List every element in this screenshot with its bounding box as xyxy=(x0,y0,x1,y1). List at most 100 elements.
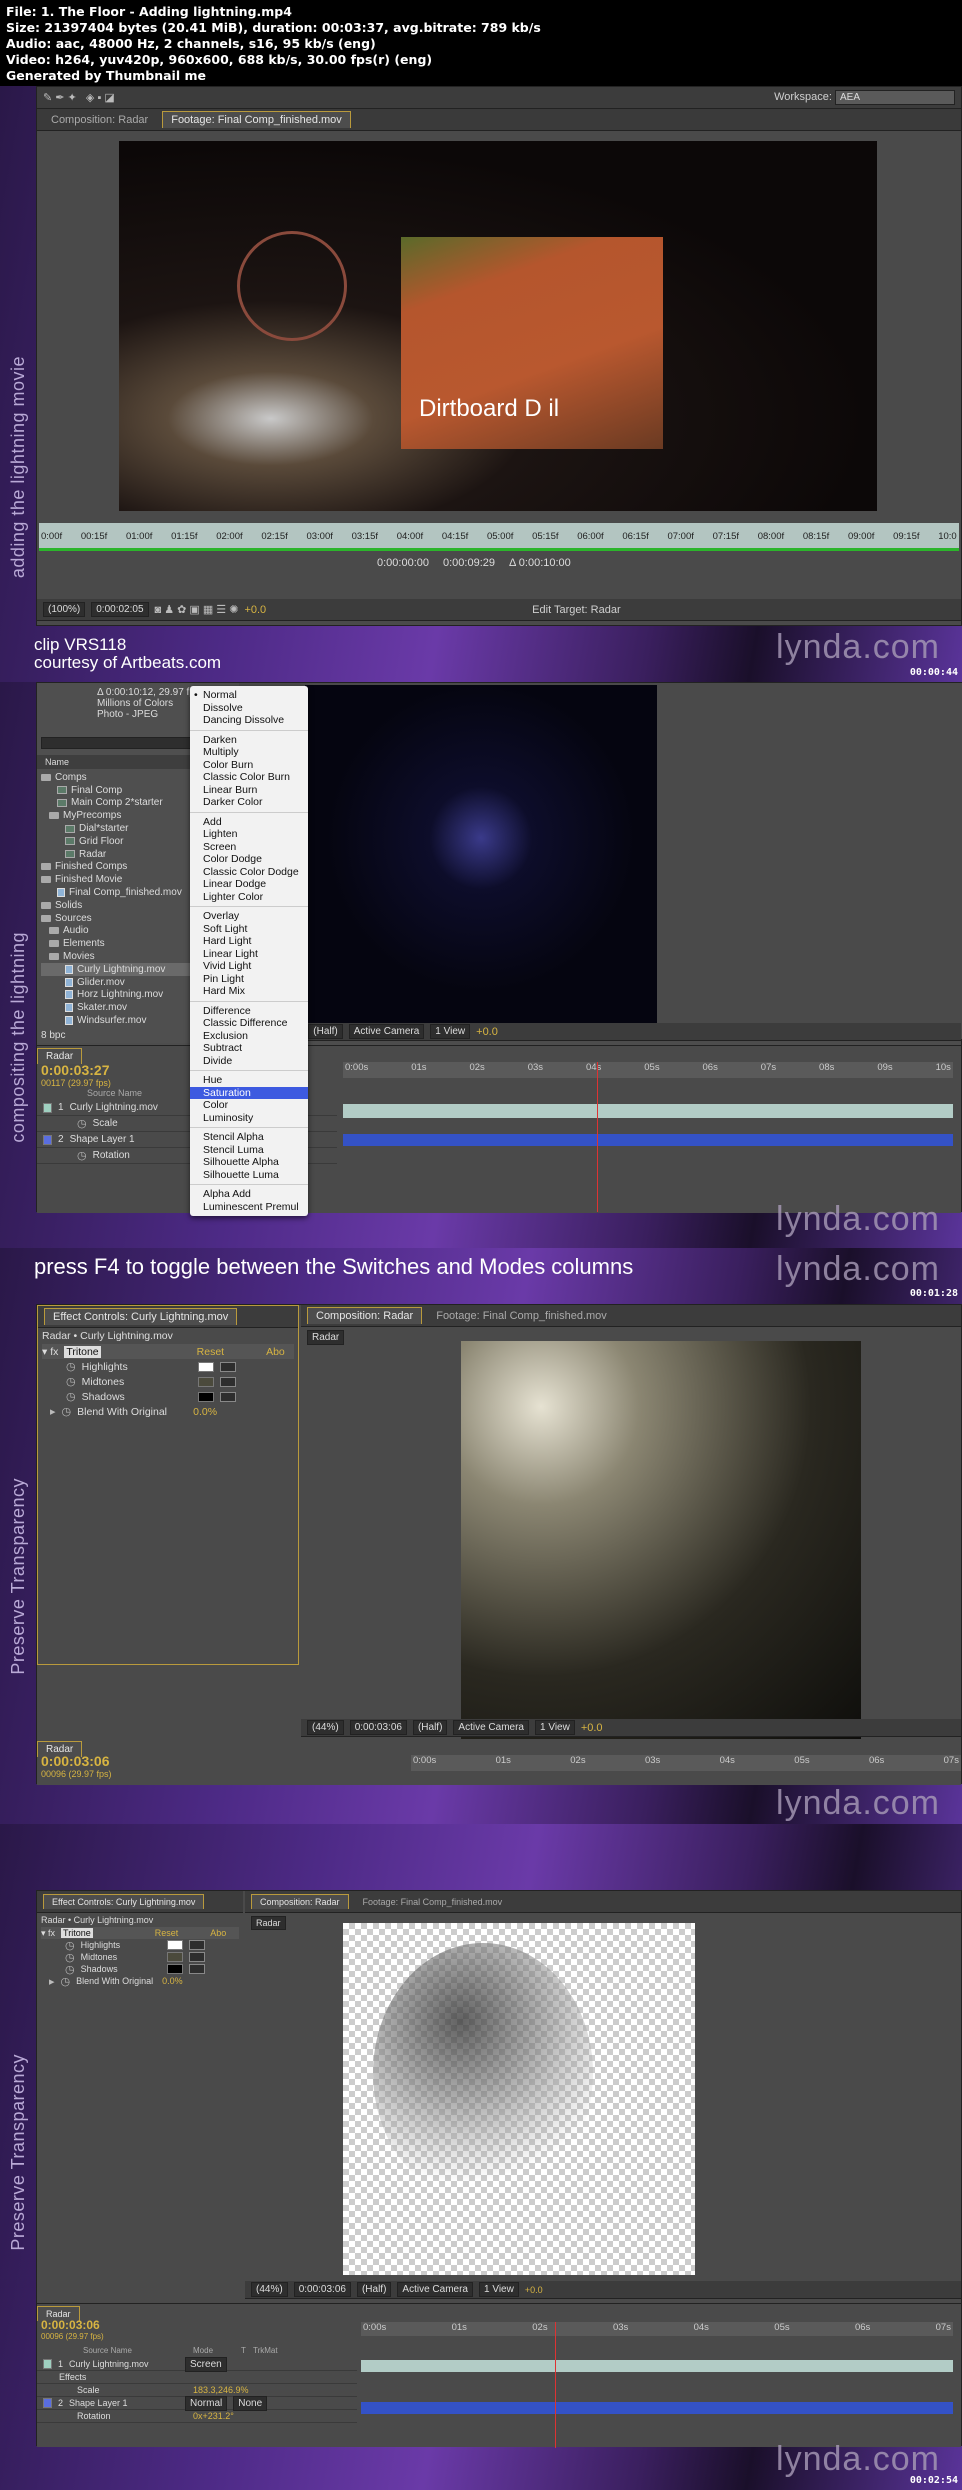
comp-nav-radar[interactable]: Radar xyxy=(251,1916,286,1930)
color-swatch[interactable] xyxy=(197,1361,214,1372)
blend-mode-option[interactable]: Stencil Alpha xyxy=(190,1131,308,1144)
blend-mode-option[interactable]: Add xyxy=(190,816,308,829)
fx-name[interactable]: Tritone xyxy=(64,1345,101,1358)
col-source-name[interactable]: Source Name xyxy=(83,2346,193,2355)
tab-footage[interactable]: Footage: Final Comp_finished.mov xyxy=(428,1308,615,1324)
views-select[interactable]: 1 View xyxy=(534,1720,575,1735)
tab-footage[interactable]: Footage: Final Comp_finished.mov xyxy=(355,1895,511,1909)
views-select[interactable]: 1 View xyxy=(430,1024,471,1039)
blend-mode-option[interactable]: Dissolve xyxy=(190,702,308,715)
blend-mode-option[interactable]: Luminescent Premul xyxy=(190,1201,308,1214)
blend-mode-option[interactable]: Color xyxy=(190,1099,308,1112)
fx-property-value[interactable]: 0.0% xyxy=(162,1976,183,1986)
blend-mode-option[interactable]: Lighten xyxy=(190,828,308,841)
current-time-field[interactable]: 0:00:03:06 xyxy=(293,2282,351,2297)
resolution-select[interactable]: (Half) xyxy=(412,1720,448,1735)
blend-mode-option[interactable]: Overlay xyxy=(190,910,308,923)
blend-mode-option[interactable]: Luminosity xyxy=(190,1112,308,1125)
blend-mode-option[interactable]: • Normal xyxy=(190,689,308,702)
zoom-select[interactable]: (44%) xyxy=(251,2282,288,2297)
fx-about[interactable]: Abo xyxy=(210,1928,226,1938)
blend-mode-option[interactable]: Classic Color Dodge xyxy=(190,866,308,879)
stopwatch-icon[interactable]: ◷ xyxy=(66,1375,76,1388)
effect-controls-tab[interactable]: Effect Controls: Curly Lightning.mov xyxy=(43,1894,205,1909)
col-source-name[interactable]: Source Name xyxy=(87,1088,142,1098)
camera-select[interactable]: Active Camera xyxy=(397,2282,473,2297)
blend-mode-option[interactable]: Hard Light xyxy=(190,935,308,948)
blend-mode-option[interactable]: Color Burn xyxy=(190,759,308,772)
stopwatch-icon[interactable]: ◷ xyxy=(77,1117,87,1130)
timeline-layer[interactable]: Effects xyxy=(37,2371,357,2384)
color-swatch[interactable] xyxy=(166,1940,183,1950)
blend-mode-option[interactable]: Saturation xyxy=(190,1086,308,1099)
current-time-field[interactable]: 0:00:03:06 xyxy=(349,1720,407,1735)
blend-mode-option[interactable]: Linear Dodge xyxy=(190,878,308,891)
color-swatch[interactable] xyxy=(166,1964,183,1974)
current-time[interactable]: 0:00:03:06 xyxy=(41,2318,104,2332)
resolution-select[interactable]: (Half) xyxy=(308,1024,343,1039)
playhead[interactable] xyxy=(555,2322,556,2448)
blend-mode-option[interactable]: Alpha Add xyxy=(190,1188,308,1201)
blend-mode-option[interactable]: Divide xyxy=(190,1055,308,1068)
blend-mode-option[interactable]: Classic Color Burn xyxy=(190,771,308,784)
views-select[interactable]: 1 View xyxy=(478,2282,519,2297)
tab-composition-radar[interactable]: Composition: Radar xyxy=(43,112,156,128)
blend-mode-option[interactable]: Exclusion xyxy=(190,1030,308,1043)
timeline-ruler[interactable]: 0:00s 01s 02s 03s 04s 05s 06s 07s xyxy=(411,1755,961,1771)
stopwatch-icon[interactable]: ◷ xyxy=(77,1149,87,1162)
blend-mode-option[interactable]: Linear Light xyxy=(190,948,308,961)
expand-arrow-icon[interactable]: ▸ xyxy=(49,1975,55,1988)
trkmat-select[interactable]: None xyxy=(233,2395,268,2411)
layer-bar-2[interactable] xyxy=(361,2402,953,2414)
workspace-select[interactable]: AEA xyxy=(835,90,955,105)
label-color[interactable] xyxy=(43,2398,52,2408)
tab-footage[interactable]: Footage: Final Comp_finished.mov xyxy=(162,111,351,128)
stopwatch-icon[interactable]: ◷ xyxy=(66,1390,76,1403)
stopwatch-icon[interactable]: ◷ xyxy=(66,1360,76,1373)
blend-mode-option[interactable]: Stencil Luma xyxy=(190,1144,308,1157)
blend-mode-option[interactable]: Dancing Dissolve xyxy=(190,714,308,727)
col-trkmat[interactable]: TrkMat xyxy=(253,2346,278,2355)
stopwatch-icon[interactable]: ◷ xyxy=(62,1405,72,1418)
col-t[interactable]: T xyxy=(241,2346,253,2355)
blend-mode-option[interactable]: Darker Color xyxy=(190,796,308,809)
color-swatch[interactable] xyxy=(166,1952,183,1962)
resolution-select[interactable]: (Half) xyxy=(356,2282,392,2297)
label-color[interactable] xyxy=(43,1134,52,1145)
blend-mode-option[interactable]: Linear Burn xyxy=(190,784,308,797)
layer-bar-1[interactable] xyxy=(361,2360,953,2372)
current-time[interactable]: 0:00:03:27 xyxy=(41,1062,111,1078)
eyedropper-icon[interactable] xyxy=(188,1964,205,1974)
current-time-field[interactable]: 0:00:02:05 xyxy=(91,602,149,617)
eyedropper-icon[interactable] xyxy=(219,1361,236,1372)
camera-icon[interactable]: ◙ ♟ ✿ ▣ ▦ ☰ ✺ xyxy=(155,603,239,616)
layer-bar-1[interactable] xyxy=(343,1104,953,1118)
timeline-layer[interactable]: 1 Curly Lightning.mov Screen xyxy=(37,2356,357,2372)
zoom-select[interactable]: (100%) xyxy=(43,602,86,617)
blend-mode-option[interactable]: Hard Mix xyxy=(190,985,308,998)
label-color[interactable] xyxy=(43,1102,52,1113)
blend-mode-option[interactable]: Classic Difference xyxy=(190,1017,308,1030)
blend-mode-option[interactable]: Silhouette Alpha xyxy=(190,1156,308,1169)
blend-mode-option[interactable]: Soft Light xyxy=(190,923,308,936)
mode-select[interactable]: Screen xyxy=(185,2356,227,2372)
label-color[interactable] xyxy=(43,2359,52,2369)
bpc-label[interactable]: 8 bpc xyxy=(41,1030,65,1041)
eyedropper-icon[interactable] xyxy=(188,1952,205,1962)
zoom-select[interactable]: (44%) xyxy=(307,1720,344,1735)
fx-about[interactable]: Abo xyxy=(266,1346,285,1358)
property-value[interactable]: 183.3,246.9% xyxy=(193,2385,249,2395)
property-value[interactable]: 0x+231.2° xyxy=(193,2411,234,2421)
eyedropper-icon[interactable] xyxy=(219,1376,236,1387)
in-point[interactable]: 0:00:00:00 xyxy=(377,557,429,569)
blend-mode-option[interactable]: Vivid Light xyxy=(190,960,308,973)
fx-reset[interactable]: Reset xyxy=(155,1928,179,1938)
blend-mode-option[interactable]: Lighter Color xyxy=(190,891,308,904)
camera-select[interactable]: Active Camera xyxy=(348,1024,425,1039)
fx-name[interactable]: Tritone xyxy=(61,1928,93,1938)
eyedropper-icon[interactable] xyxy=(219,1391,236,1402)
exposure-value[interactable]: +0.0 xyxy=(244,604,266,616)
out-point[interactable]: 0:00:09:29 xyxy=(443,557,495,569)
tool-icons[interactable]: ✎ ✒ ✦ ◈ ▪ ◪ xyxy=(43,91,115,104)
exposure-value[interactable]: +0.0 xyxy=(581,1722,603,1734)
